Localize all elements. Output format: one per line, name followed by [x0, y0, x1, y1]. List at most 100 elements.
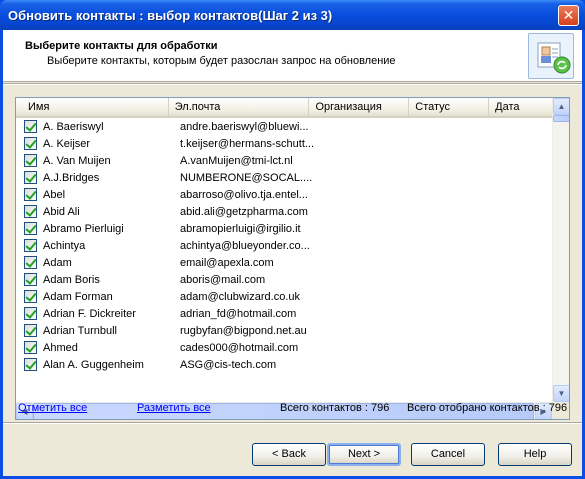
contact-name: Ahmed — [43, 341, 78, 354]
contact-name: A. Keijser — [43, 137, 91, 150]
contact-name: Adam Boris — [43, 273, 100, 286]
check-all-link[interactable]: Отметить все — [18, 402, 87, 414]
row-checkbox-cell — [16, 137, 40, 150]
contact-email: ASG@cis-tech.com — [180, 358, 277, 371]
contact-name: A. Van Muijen — [43, 154, 111, 167]
row-checkbox[interactable] — [24, 120, 37, 133]
title-bar[interactable]: Обновить контакты : выбор контактов(Шаг … — [0, 0, 585, 30]
contact-email: adam@clubwizard.co.uk — [180, 290, 300, 303]
contact-email: adrian_fd@hotmail.com — [180, 307, 297, 320]
contact-email: achintya@blueyonder.co... — [180, 239, 310, 252]
row-checkbox-cell — [16, 324, 40, 337]
row-checkbox[interactable] — [24, 137, 37, 150]
header-divider — [3, 83, 582, 85]
contact-email: abarroso@olivo.tja.entel... — [180, 188, 308, 201]
row-checkbox[interactable] — [24, 239, 37, 252]
window-title: Обновить контакты : выбор контактов(Шаг … — [8, 8, 333, 23]
contact-name: Adrian F. Dickreiter — [43, 307, 136, 320]
row-checkbox[interactable] — [24, 188, 37, 201]
column-header-status[interactable]: Статус — [409, 98, 490, 116]
column-header-name[interactable]: Имя — [16, 98, 169, 116]
table-row[interactable]: Adrian F. Dickreiter adrian_fd@hotmail.co… — [16, 305, 552, 322]
row-checkbox-cell — [16, 154, 40, 167]
contact-email: A.vanMuijen@tmi-lct.nl — [180, 154, 293, 167]
total-selected-label: Всего отобрано контактов : 796 — [407, 402, 568, 414]
contact-email: abramopierluigi@irgilio.it — [180, 222, 301, 235]
row-checkbox[interactable] — [24, 222, 37, 235]
contact-name: A. Baeriswyl — [43, 120, 104, 133]
contacts-list[interactable]: Имя Эл.почта Организация Статус Дата A. … — [15, 97, 570, 420]
row-checkbox-cell — [16, 307, 40, 320]
contact-email: andre.baeriswyl@bluewi... — [180, 120, 309, 133]
total-contacts-label: Всего контактов : 796 — [280, 402, 390, 414]
contact-name: Alan A. Guggenheim — [43, 358, 144, 371]
table-row[interactable]: Abid Ali abid.ali@getzpharma.com — [16, 203, 552, 220]
table-row[interactable]: A. Van Muijen A.vanMuijen@tmi-lct.nl — [16, 152, 552, 169]
row-checkbox-cell — [16, 358, 40, 371]
row-checkbox-cell — [16, 222, 40, 235]
wizard-window: Обновить контакты : выбор контактов(Шаг … — [0, 0, 585, 479]
table-row[interactable]: Adam email@apexla.com — [16, 254, 552, 271]
row-checkbox[interactable] — [24, 307, 37, 320]
row-checkbox[interactable] — [24, 290, 37, 303]
scroll-down-button[interactable]: ▼ — [553, 385, 569, 402]
next-button[interactable]: Next > — [327, 443, 401, 466]
row-checkbox-cell — [16, 120, 40, 133]
column-header-email[interactable]: Эл.почта — [169, 98, 310, 116]
contact-email: email@apexla.com — [180, 256, 274, 269]
table-row[interactable]: A. Baeriswyl andre.baeriswyl@bluewi... — [16, 118, 552, 135]
close-button[interactable]: ✕ — [558, 5, 579, 26]
help-button[interactable]: Help — [498, 443, 572, 466]
back-button[interactable]: < Back — [252, 443, 326, 466]
table-row[interactable]: Adam Boris aboris@mail.com — [16, 271, 552, 288]
step-subtitle: Выберите контакты, которым будет разосла… — [47, 55, 396, 67]
contact-name: Abramo Pierluigi — [43, 222, 124, 235]
table-row[interactable]: Adam Forman adam@clubwizard.co.uk — [16, 288, 552, 305]
table-row[interactable]: Abramo Pierluigi abramopierluigi@irgilio.… — [16, 220, 552, 237]
row-checkbox-cell — [16, 171, 40, 184]
contact-name: Adam Forman — [43, 290, 113, 303]
wizard-client-area: Выберите контакты для обработки Выберите… — [3, 30, 582, 476]
row-checkbox[interactable] — [24, 324, 37, 337]
contacts-refresh-icon — [528, 33, 574, 79]
contact-email: NUMBERONE@SOCAL.... — [180, 171, 313, 184]
row-checkbox-cell — [16, 341, 40, 354]
contact-email: t.keijser@hermans-schutt... — [180, 137, 313, 150]
vertical-scroll-thumb[interactable] — [553, 115, 569, 122]
step-title: Выберите контакты для обработки — [25, 40, 218, 52]
scroll-up-button[interactable]: ▲ — [553, 98, 569, 115]
row-checkbox-cell — [16, 239, 40, 252]
contact-name: Abid Ali — [43, 205, 80, 218]
uncheck-all-link[interactable]: Разметить все — [137, 402, 211, 414]
contact-name: Adam — [43, 256, 72, 269]
row-checkbox[interactable] — [24, 358, 37, 371]
contact-name: Adrian Turnbull — [43, 324, 117, 337]
row-checkbox[interactable] — [24, 171, 37, 184]
cancel-button[interactable]: Cancel — [411, 443, 485, 466]
row-checkbox[interactable] — [24, 154, 37, 167]
row-checkbox[interactable] — [24, 341, 37, 354]
contact-email: rugbyfan@bigpond.net.au — [180, 324, 307, 337]
table-row[interactable]: Alan A. Guggenheim ASG@cis-tech.com — [16, 356, 552, 373]
row-checkbox-cell — [16, 188, 40, 201]
vertical-scrollbar[interactable]: ▲ ▼ — [552, 98, 569, 402]
table-row[interactable]: A.J.Bridges NUMBERONE@SOCAL.... — [16, 169, 552, 186]
table-row[interactable]: Abel abarroso@olivo.tja.entel... — [16, 186, 552, 203]
table-row[interactable]: Ahmed cades000@hotmail.com — [16, 339, 552, 356]
table-row[interactable]: A. Keijser t.keijser@hermans-schutt... — [16, 135, 552, 152]
row-checkbox-cell — [16, 256, 40, 269]
row-checkbox[interactable] — [24, 205, 37, 218]
row-checkbox[interactable] — [24, 256, 37, 269]
contact-email: cades000@hotmail.com — [180, 341, 299, 354]
row-checkbox-cell — [16, 205, 40, 218]
contact-rows: A. Baeriswyl andre.baeriswyl@bluewi... A. … — [16, 118, 552, 400]
row-checkbox[interactable] — [24, 273, 37, 286]
column-header-organization[interactable]: Организация — [309, 98, 410, 116]
list-header: Имя Эл.почта Организация Статус Дата — [16, 98, 569, 118]
wizard-header: Выберите контакты для обработки Выберите… — [3, 30, 582, 82]
row-checkbox-cell — [16, 290, 40, 303]
table-row[interactable]: Adrian Turnbull rugbyfan@bigpond.net.au — [16, 322, 552, 339]
table-row[interactable]: Achintya achintya@blueyonder.co... — [16, 237, 552, 254]
row-checkbox-cell — [16, 273, 40, 286]
contact-name: Achintya — [43, 239, 86, 252]
